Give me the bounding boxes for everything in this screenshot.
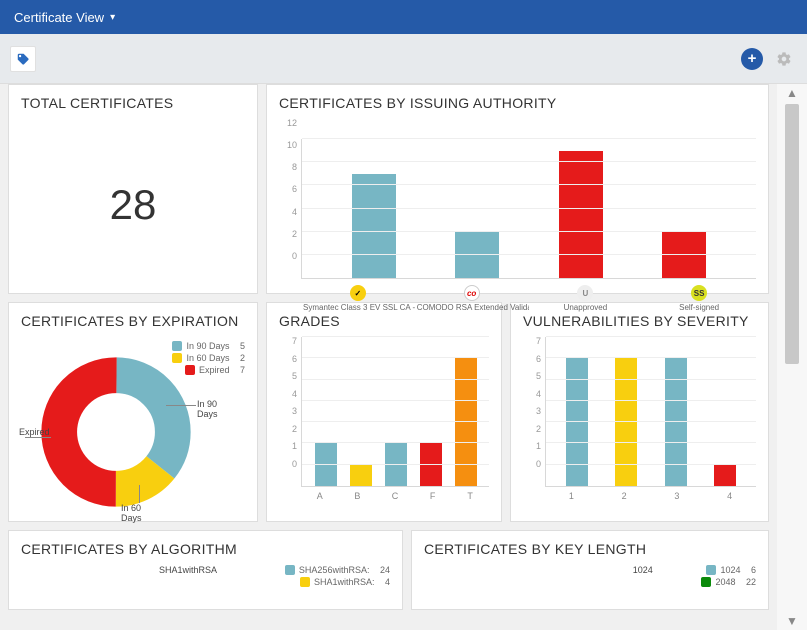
x-axis-labels: ABCFT (301, 491, 489, 501)
donut-label-in90: In 90 Days (197, 399, 218, 419)
card-title: TOTAL CERTIFICATES (21, 95, 245, 111)
y-axis: 024681012 (279, 119, 301, 261)
x-axis-labels: Symantec Class 3 EV SSL CA - G3 COMODO R… (301, 303, 756, 312)
keylength-legend: 1024 6 2048 22 (701, 565, 756, 589)
card-grades: GRADES 01234567 ABCFT (266, 302, 502, 522)
bar-sev-1[interactable] (566, 358, 588, 486)
add-button[interactable]: + (741, 48, 763, 70)
comodo-icon: co (464, 285, 480, 301)
card-title: CERTIFICATES BY ISSUING AUTHORITY (279, 95, 756, 111)
swatch-icon (706, 565, 716, 575)
scroll-up-button[interactable]: ▲ (777, 84, 807, 102)
donut-label-expired: Expired (19, 427, 50, 437)
unapproved-icon: U (577, 285, 593, 301)
card-algorithm: CERTIFICATES BY ALGORITHM SHA256withRSA:… (8, 530, 403, 610)
tag-icon (16, 52, 30, 66)
tag-button[interactable] (10, 46, 36, 72)
card-expiration: CERTIFICATES BY EXPIRATION In 90 Days In… (8, 302, 258, 522)
bar-unapproved[interactable] (559, 151, 603, 278)
dashboard: TOTAL CERTIFICATES 28 CERTIFICATES BY IS… (0, 84, 777, 630)
swatch-icon (172, 341, 182, 351)
card-vulnerabilities: VULNERABILITIES BY SEVERITY 01234567 123… (510, 302, 769, 522)
settings-button[interactable] (775, 50, 793, 68)
card-title: GRADES (279, 313, 489, 329)
topbar-title: Certificate View (14, 10, 104, 25)
bar-grade-f[interactable] (420, 443, 442, 486)
selfsigned-icon: SS (691, 285, 707, 301)
bar-sev-4[interactable] (714, 465, 736, 486)
chevron-down-icon[interactable]: ▾ (110, 12, 115, 23)
bar-symantec[interactable] (352, 174, 396, 278)
card-title: VULNERABILITIES BY SEVERITY (523, 313, 756, 329)
scroll-down-button[interactable]: ▼ (777, 612, 807, 630)
toolbar: + (0, 34, 807, 84)
algorithm-legend: SHA256withRSA: 24 SHA1withRSA: 4 (285, 565, 390, 589)
card-issuing-authority: CERTIFICATES BY ISSUING AUTHORITY 024681… (266, 84, 769, 294)
bar-sev-3[interactable] (665, 358, 687, 486)
scroll-thumb[interactable] (785, 104, 799, 364)
bar-comodo[interactable] (455, 232, 499, 278)
plus-icon: + (748, 50, 757, 67)
bar-selfsigned[interactable] (662, 232, 706, 278)
bar-grade-t[interactable] (455, 358, 477, 486)
card-title: CERTIFICATES BY EXPIRATION (21, 313, 245, 329)
bar-grade-c[interactable] (385, 443, 407, 486)
swatch-icon (701, 577, 711, 587)
swatch-icon (300, 577, 310, 587)
donut-label-in60: In 60 Days (121, 503, 163, 523)
bar-grade-a[interactable] (315, 443, 337, 486)
topbar: Certificate View ▾ (0, 0, 807, 34)
total-certificates-value: 28 (21, 181, 245, 229)
bar-sev-2[interactable] (615, 358, 637, 486)
card-title: CERTIFICATES BY KEY LENGTH (424, 541, 756, 557)
card-title: CERTIFICATES BY ALGORITHM (21, 541, 390, 557)
scrollbar: ▲ ▼ (777, 84, 807, 630)
x-axis-labels: 1234 (545, 491, 756, 501)
swatch-icon (285, 565, 295, 575)
y-axis: 01234567 (523, 337, 545, 469)
bar-grade-b[interactable] (350, 465, 372, 486)
card-total-certificates: TOTAL CERTIFICATES 28 (8, 84, 258, 294)
card-key-length: CERTIFICATES BY KEY LENGTH 1024 6 2048 2… (411, 530, 769, 610)
y-axis: 01234567 (279, 337, 301, 469)
symantec-icon: ✓ (350, 285, 366, 301)
gear-icon (776, 51, 792, 67)
